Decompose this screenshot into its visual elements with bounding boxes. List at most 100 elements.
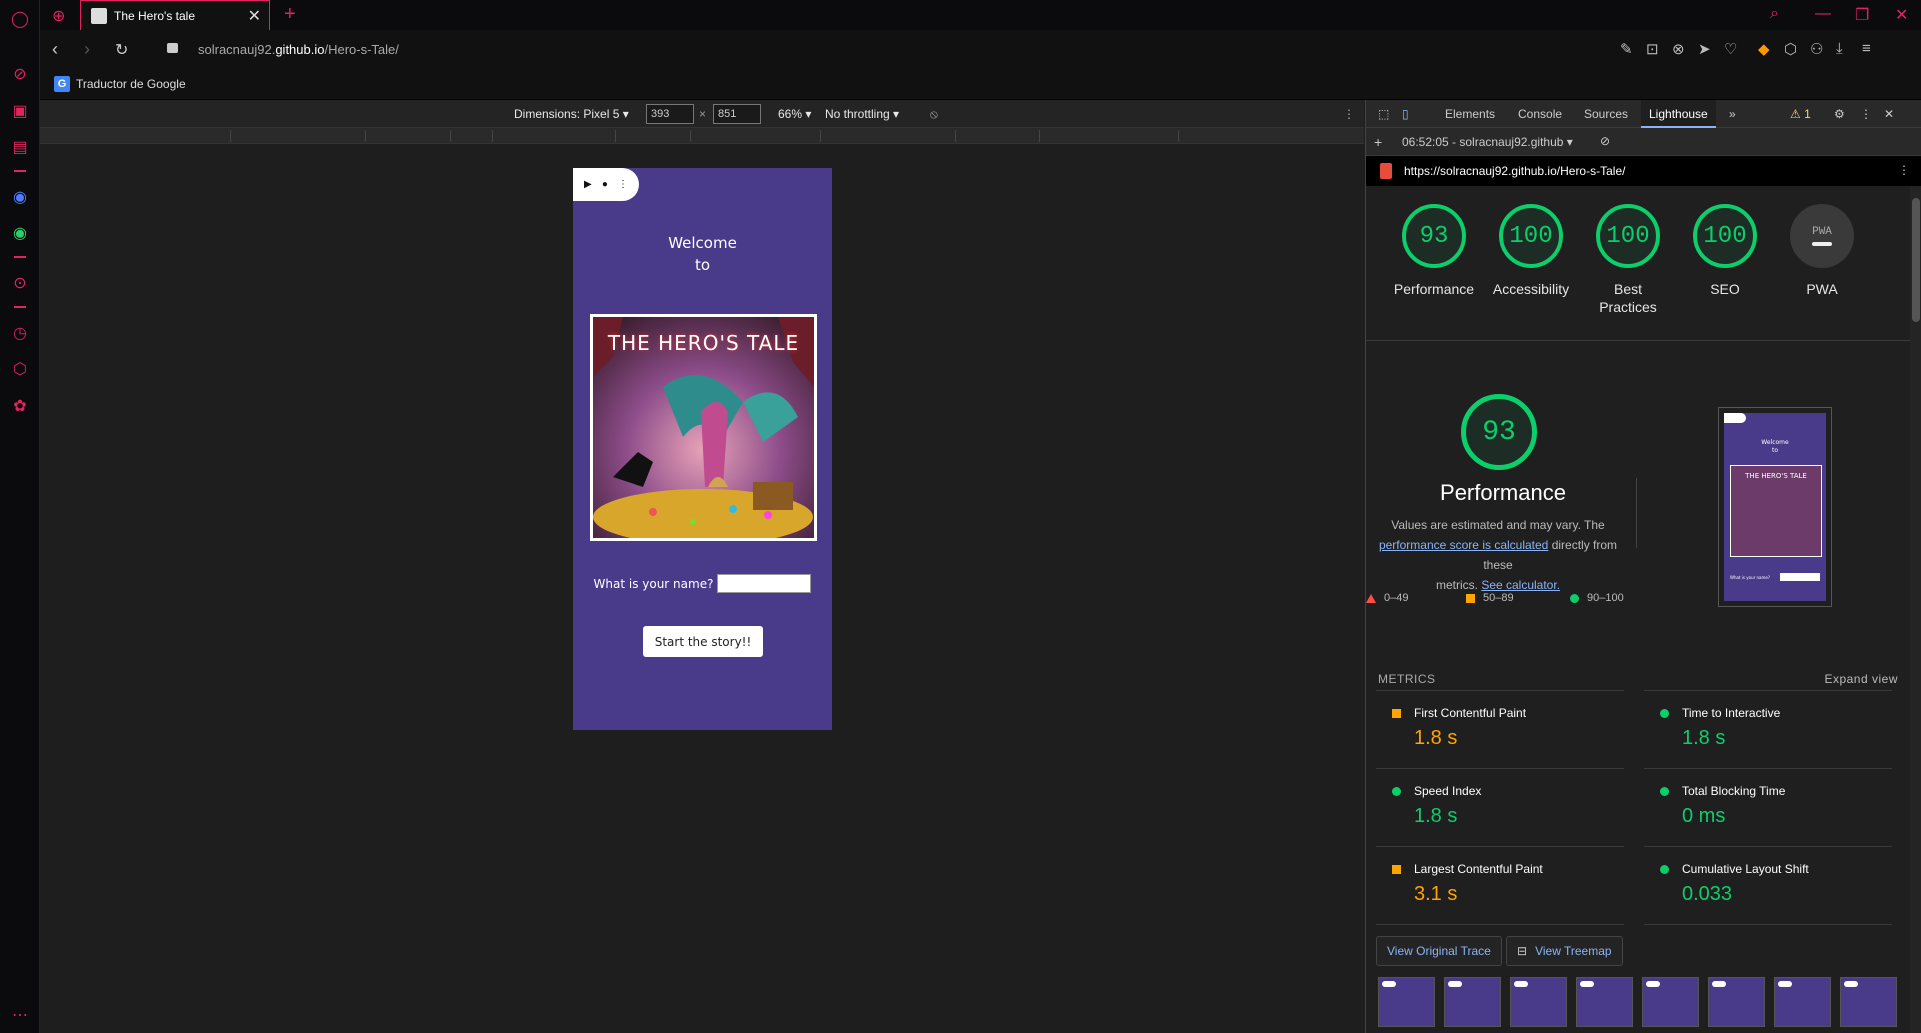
report-select[interactable]: 06:52:05 - solracnauj92.github ▾ [1402, 135, 1573, 149]
inspect-icon[interactable]: ⬚ [1378, 107, 1389, 121]
view-treemap-button[interactable]: ⊟ View Treemap [1506, 936, 1623, 966]
new-tab-icon[interactable]: + [284, 3, 296, 26]
gauge-label: PWA [1806, 281, 1838, 297]
history-icon[interactable]: ◷ [9, 322, 31, 344]
tab-elements[interactable]: Elements [1445, 107, 1495, 121]
send-icon[interactable]: ➤ [1698, 40, 1711, 58]
speed-dial-icon[interactable]: ⊘ [9, 63, 31, 85]
view-original-trace-button[interactable]: View Original Trace [1376, 936, 1502, 966]
bookmark-google-translate[interactable]: G Traductor de Google [54, 76, 186, 92]
minimize-icon[interactable]: — [1815, 5, 1831, 23]
extensions-icon[interactable]: ⬡ [9, 358, 31, 380]
back-icon[interactable]: ‹ [52, 39, 58, 60]
divider [1644, 924, 1892, 925]
devtools-panel: ⬚ ▯ Elements Console Sources Lighthouse … [1365, 100, 1921, 1033]
rotate-icon[interactable]: ⦸ [930, 107, 938, 122]
device-more-icon[interactable]: ⋮ [1343, 107, 1355, 121]
report-scrollbar[interactable] [1910, 186, 1921, 1033]
settings-icon[interactable]: ✿ [9, 395, 31, 417]
restore-icon[interactable]: ❐ [1855, 5, 1869, 25]
tab-lighthouse[interactable]: Lighthouse [1641, 100, 1716, 128]
messenger-icon[interactable]: ◉ [9, 186, 31, 208]
tab-console[interactable]: Console [1518, 107, 1562, 121]
gauge-label: Accessibility [1492, 281, 1570, 297]
scrollbar-thumb[interactable] [1912, 198, 1920, 322]
report-menu-icon[interactable]: ⋮ [1898, 163, 1910, 177]
tab-sources[interactable]: Sources [1584, 107, 1628, 121]
clear-reports-icon[interactable]: ⊘ [1600, 134, 1610, 148]
metrics-title: METRICS [1378, 672, 1436, 686]
device-select[interactable]: Dimensions: Pixel 5 ▾ [514, 107, 629, 121]
name-input[interactable] [717, 574, 812, 593]
expand-view-toggle[interactable]: Expand view [1824, 672, 1898, 686]
gauge-ring: 100 [1693, 204, 1757, 268]
times-sign: × [699, 107, 707, 121]
close-tab-icon[interactable]: ✕ [248, 6, 261, 26]
google-translate-icon: G [54, 76, 70, 92]
new-report-icon[interactable]: + [1374, 134, 1382, 150]
adblock-icon[interactable]: ⊗ [1672, 40, 1685, 58]
filmstrip-frame [1840, 977, 1897, 1027]
edit-icon[interactable]: ✎ [1620, 40, 1633, 58]
metric-lcp: Largest Contentful Paint 3.1 s [1376, 846, 1624, 924]
gauge-accessibility[interactable]: 100 Accessibility [1486, 204, 1576, 298]
device-toggle-icon[interactable]: ▯ [1402, 107, 1409, 121]
forward-icon[interactable]: › [84, 39, 90, 60]
score-calculated-link[interactable]: performance score is calculated [1379, 538, 1548, 552]
more-icon[interactable]: ⋯ [9, 1004, 31, 1026]
gauge-performance[interactable]: 93 Performance [1389, 204, 1479, 298]
player-icon[interactable]: ⊙ [9, 272, 31, 294]
gauge-ring: 100 [1499, 204, 1563, 268]
whatsapp-icon[interactable]: ◉ [9, 222, 31, 244]
media-query-ruler [40, 128, 1364, 144]
browser-sidebar: ◯ ⊘ ▣ ▤ ◉ ◉ ⊙ ◷ ⬡ ✿ ⋯ [0, 0, 40, 1033]
see-calculator-link[interactable]: See calculator. [1481, 578, 1560, 592]
lighthouse-report: 93 Performance 100 Accessibility 100 Bes… [1366, 186, 1910, 1033]
heart-icon[interactable]: ♡ [1724, 40, 1737, 58]
device-toolbar: Dimensions: Pixel 5 ▾ 393 × 851 66% ▾ No… [40, 100, 1364, 128]
start-story-button[interactable]: Start the story!! [643, 626, 763, 657]
profile-icon[interactable]: ⚇ [1810, 40, 1823, 58]
height-input[interactable]: 851 [713, 104, 761, 124]
devtools-menu-icon[interactable]: ⋮ [1860, 107, 1872, 121]
sidebar-divider [14, 306, 26, 308]
final-screenshot[interactable]: Welcome to THE HERO'S TALE What is your … [1718, 407, 1832, 607]
throttling-select[interactable]: No throttling ▾ [825, 107, 899, 121]
search-tabs-icon[interactable]: ⌕ [1770, 5, 1779, 23]
tab-heros-tale[interactable]: The Hero's tale ✕ [80, 0, 270, 30]
devtools-settings-icon[interactable]: ⚙ [1834, 107, 1845, 121]
gaming-icon[interactable]: ⊕ [52, 6, 65, 26]
cube-icon[interactable]: ⬡ [1784, 40, 1797, 58]
twitch-icon[interactable]: ▤ [9, 136, 31, 158]
width-input[interactable]: 393 [646, 104, 694, 124]
menu-icon[interactable]: ≡ [1862, 40, 1871, 57]
close-window-icon[interactable]: ✕ [1895, 5, 1908, 25]
shopping-icon[interactable]: ▣ [9, 100, 31, 122]
more-tabs-icon[interactable]: » [1729, 107, 1736, 121]
extension-icon[interactable]: ◆ [1758, 40, 1770, 58]
filmstrip-frame [1444, 977, 1501, 1027]
pass-circle-icon [1660, 787, 1669, 796]
warnings-badge[interactable]: ⚠ 1 [1790, 107, 1811, 121]
sidebar-divider [14, 256, 26, 258]
gauge-best-practices[interactable]: 100 Best Practices [1583, 204, 1673, 316]
camera-icon[interactable]: ⊡ [1646, 40, 1659, 58]
gauge-ring: 100 [1596, 204, 1660, 268]
download-icon[interactable]: ⤓ [1836, 40, 1843, 57]
gauge-pwa[interactable]: PWA PWA [1777, 204, 1867, 298]
devtools-close-icon[interactable]: ✕ [1884, 107, 1894, 121]
volume-dot-icon[interactable]: ● [602, 179, 608, 190]
play-icon[interactable]: ▶ [584, 179, 592, 190]
reload-icon[interactable]: ↻ [115, 40, 128, 60]
gauge-label: Performance [1393, 281, 1475, 297]
pass-circle-icon [1660, 709, 1669, 718]
legend-pass: 90–100 [1570, 592, 1624, 604]
opera-logo-icon[interactable]: ◯ [9, 8, 31, 30]
gauge-seo[interactable]: 100 SEO [1680, 204, 1770, 298]
player-menu-icon[interactable]: ⋮ [618, 179, 628, 190]
metrics-header: METRICS Expand view [1378, 672, 1898, 686]
average-square-icon [1466, 593, 1475, 603]
url-field[interactable]: solracnauj92.github.io/Hero-s-Tale/ [198, 42, 399, 57]
audio-player[interactable]: ▶ ● ⋮ [573, 168, 639, 201]
zoom-select[interactable]: 66% ▾ [778, 107, 811, 121]
